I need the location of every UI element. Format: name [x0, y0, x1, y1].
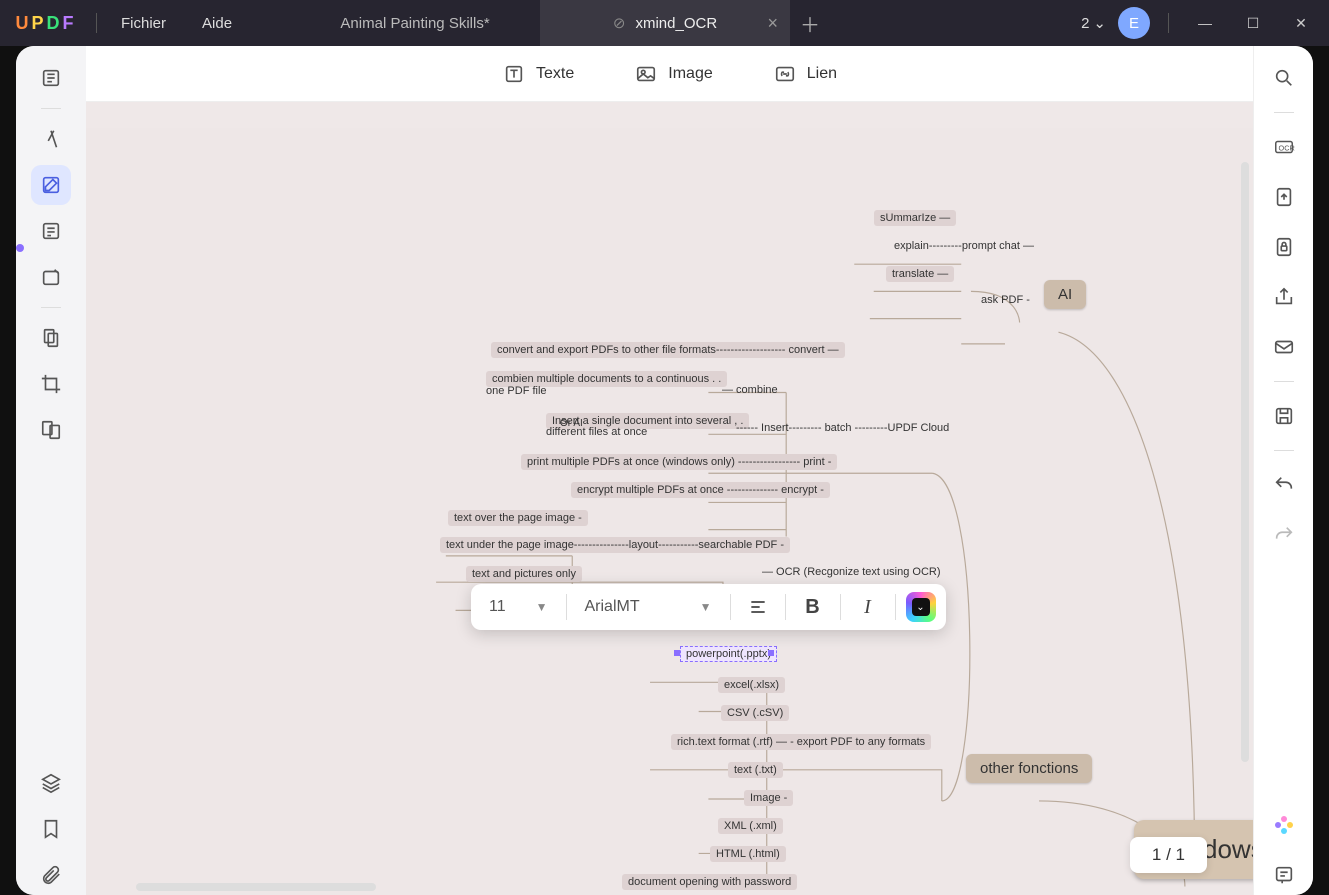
node-combine2: one PDF file — [486, 385, 547, 397]
note-button[interactable] — [1264, 855, 1304, 895]
font-family-select[interactable]: ArialMT▼ — [577, 592, 720, 622]
redo-button[interactable] — [1264, 515, 1304, 555]
email-button[interactable] — [1264, 327, 1304, 367]
node-encrypt[interactable]: encrypt multiple PDFs at once ----------… — [571, 482, 830, 498]
node-translate[interactable]: translate — — [886, 266, 954, 282]
tab-add-button[interactable]: ＋ — [790, 0, 830, 46]
form-tool[interactable] — [31, 211, 71, 251]
node-insert2: different files at once — [546, 426, 647, 438]
text-tool[interactable]: Texte — [502, 62, 574, 86]
text-format-toolbar: 11▼ ArialMT▼ B I ⌄ — [471, 584, 946, 630]
node-text-over[interactable]: text over the page image - — [448, 510, 588, 526]
node-summarize[interactable]: sUmmarIze — — [874, 210, 956, 226]
node-text-under[interactable]: text under the page image---------------… — [440, 537, 790, 553]
document-canvas[interactable]: AI sUmmarIze — explain---------prompt ch… — [86, 102, 1253, 895]
node-txt[interactable]: text (.txt) — [728, 762, 783, 778]
crop-tool[interactable] — [31, 364, 71, 404]
text-icon — [502, 62, 526, 86]
readonly-icon: ⊘ — [613, 14, 626, 32]
left-toolbar — [16, 46, 86, 895]
color-button[interactable]: ⌄ — [906, 592, 936, 622]
save-button[interactable] — [1264, 396, 1304, 436]
edit-tool[interactable] — [31, 165, 71, 205]
avatar[interactable]: E — [1118, 7, 1150, 39]
link-icon — [773, 62, 797, 86]
node-text-pic[interactable]: text and pictures only — [466, 566, 582, 582]
node-explain[interactable]: explain---------prompt chat — — [894, 240, 1034, 252]
image-icon — [634, 62, 658, 86]
active-tool-dot — [16, 244, 24, 252]
tab-label: Animal Painting Skills* — [340, 15, 489, 32]
node-csv[interactable]: CSV (.cSV) — [721, 705, 789, 721]
chevron-down-icon: ▼ — [536, 600, 548, 614]
node-docpw[interactable]: document opening with password — [622, 874, 797, 890]
node-image[interactable]: Image - — [744, 790, 793, 806]
chevron-down-icon: ⌄ — [912, 598, 930, 616]
sign-tool[interactable] — [31, 257, 71, 297]
horizontal-scrollbar[interactable] — [136, 883, 376, 891]
menu-file[interactable]: Fichier — [103, 0, 184, 46]
layers-button[interactable] — [31, 763, 71, 803]
convert-button[interactable] — [1264, 177, 1304, 217]
tab-label: xmind_OCR — [635, 15, 717, 32]
share-button[interactable] — [1264, 277, 1304, 317]
reader-tool[interactable] — [31, 58, 71, 98]
node-rtf[interactable]: rich.text format (.rtf) — - export PDF t… — [671, 734, 931, 750]
node-insert-chain: ------ Insert--------- batch ---------UP… — [736, 422, 949, 434]
chevron-down-icon: ▼ — [700, 600, 712, 614]
font-size-select[interactable]: 11▼ — [481, 592, 556, 622]
right-toolbar: OCR — [1253, 46, 1313, 895]
align-button[interactable] — [741, 590, 775, 624]
bookmark-button[interactable] — [31, 809, 71, 849]
ai-assistant-button[interactable] — [1264, 805, 1304, 845]
chevron-down-icon: ⌄ — [1093, 14, 1106, 32]
minimize-button[interactable]: — — [1187, 5, 1223, 41]
protect-button[interactable] — [1264, 227, 1304, 267]
vertical-scrollbar[interactable] — [1241, 162, 1249, 762]
node-other-functions[interactable]: other fonctions — [966, 754, 1092, 783]
node-html[interactable]: HTML (.html) — [710, 846, 786, 862]
edit-toolbar: Texte Image Lien — [86, 46, 1253, 102]
page-indicator[interactable]: 1 / 1 — [1130, 837, 1207, 873]
node-ai[interactable]: AI — [1044, 280, 1086, 309]
tab-animal-painting[interactable]: Animal Painting Skills* — [290, 0, 540, 46]
organize-tool[interactable] — [31, 318, 71, 358]
node-askpdf[interactable]: ask PDF - — [981, 294, 1030, 306]
node-ocr: — OCR (Recgonize text using OCR) — [762, 566, 941, 578]
app-logo: UPDF — [0, 13, 90, 34]
tab-xmind-ocr[interactable]: ⊘ xmind_OCR × — [540, 0, 790, 46]
image-tool[interactable]: Image — [634, 62, 712, 86]
close-icon[interactable]: × — [768, 14, 779, 32]
comment-tool[interactable] — [31, 119, 71, 159]
svg-text:OCR: OCR — [1278, 144, 1294, 153]
node-print[interactable]: print multiple PDFs at once (windows onl… — [521, 454, 837, 470]
search-button[interactable] — [1264, 58, 1304, 98]
selected-text-powerpoint[interactable]: powerpoint(.pptx) — [680, 646, 777, 662]
maximize-button[interactable]: ☐ — [1235, 5, 1271, 41]
bold-button[interactable]: B — [796, 590, 830, 624]
undo-button[interactable] — [1264, 465, 1304, 505]
node-xlsx[interactable]: excel(.xlsx) — [718, 677, 785, 693]
node-xml[interactable]: XML (.xml) — [718, 818, 783, 834]
attachment-button[interactable] — [31, 855, 71, 895]
italic-button[interactable]: I — [851, 590, 885, 624]
close-button[interactable]: ✕ — [1283, 5, 1319, 41]
link-tool[interactable]: Lien — [773, 62, 837, 86]
menu-help[interactable]: Aide — [184, 0, 250, 46]
compare-tool[interactable] — [31, 410, 71, 450]
window-count[interactable]: 2⌄ — [1081, 14, 1106, 32]
node-combine-label: — combine — [722, 384, 778, 396]
ocr-button[interactable]: OCR — [1264, 127, 1304, 167]
node-convert[interactable]: convert and export PDFs to other file fo… — [491, 342, 845, 358]
